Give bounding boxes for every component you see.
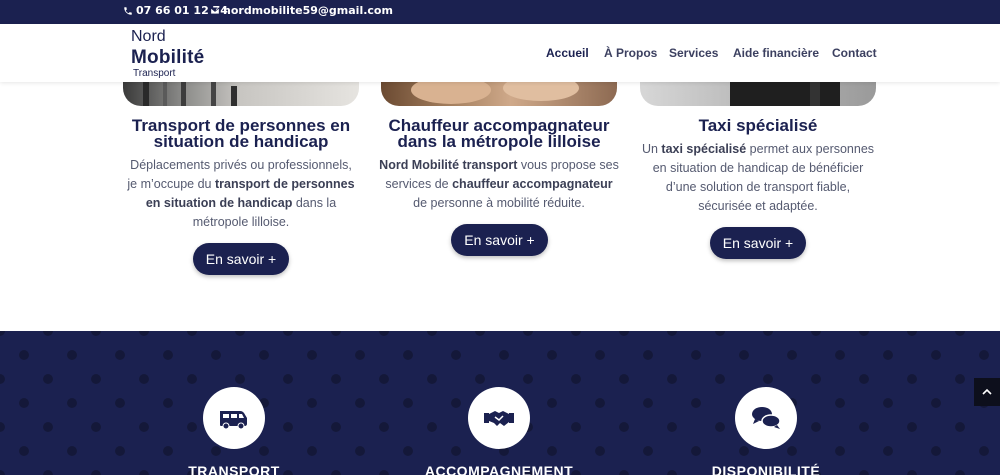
card-text-bold: chauffeur accompagnateur xyxy=(452,177,613,191)
nav-item-aide-financiere[interactable]: Aide financière xyxy=(733,46,819,60)
site-header: Nord Mobilité Transport Accueil À Propos… xyxy=(0,24,1000,82)
logo-line-3: Transport xyxy=(133,68,176,79)
card-text-span: permet aux personnes xyxy=(746,142,875,156)
feature-label-disponibilite: DISPONIBILITÉ xyxy=(711,463,821,475)
envelope-icon xyxy=(210,7,220,14)
card-title-transport: Transport de personnes en situation de h… xyxy=(123,117,359,151)
card-text-bold: transport de personnes xyxy=(214,177,355,191)
card-title-taxi: Taxi spécialisé xyxy=(640,116,876,135)
card-text-span: je m’occupe du xyxy=(127,177,215,191)
feature-icon-circle xyxy=(468,387,530,449)
card-title-line: dans la métropole lilloise xyxy=(397,132,601,151)
nav-item-a-propos[interactable]: À Propos xyxy=(604,46,657,60)
card-text-chauffeur: Nord Mobilité transport vous propose ses… xyxy=(371,156,627,213)
card-text-span: Un xyxy=(641,142,662,156)
card-text-bold: en situation de handicap xyxy=(145,196,293,210)
van-icon xyxy=(220,411,247,430)
chevron-up-icon xyxy=(982,388,992,395)
phone-icon xyxy=(124,6,132,15)
card-text-transport: Déplacements privés ou professionnels, j… xyxy=(113,156,369,232)
nav-item-contact[interactable]: Contact xyxy=(832,46,877,60)
card-text-line: métropole lilloise. xyxy=(192,215,290,229)
card-text-line: Déplacements privés ou professionnels, xyxy=(130,158,352,172)
nav-item-accueil[interactable]: Accueil xyxy=(546,46,589,60)
card-text-bold: taxi spécialisé xyxy=(661,142,747,156)
logo-line-2: Mobilité xyxy=(131,47,205,68)
top-contact-bar: 07 66 01 12 74 nordmobilite59@gmail.com xyxy=(0,0,1000,24)
card-text-line: d’une solution de transport fiable, xyxy=(665,180,851,194)
handshake-icon xyxy=(484,411,514,426)
scroll-to-top-button[interactable] xyxy=(974,378,1000,406)
nav-item-services[interactable]: Services xyxy=(669,46,718,60)
card-title-line: Taxi spécialisé xyxy=(698,116,818,135)
card-text-line: de personne à mobilité réduite. xyxy=(413,196,585,210)
en-savoir-button-chauffeur[interactable]: En savoir + xyxy=(451,224,548,256)
chat-bubbles-icon xyxy=(752,407,781,429)
feature-label-transport: TRANSPORT xyxy=(188,463,280,475)
card-text-line: sécurisée et adaptée. xyxy=(698,199,818,213)
email-contact[interactable]: nordmobilite59@gmail.com xyxy=(210,4,393,17)
email-address: nordmobilite59@gmail.com xyxy=(223,4,393,17)
logo-line-1: Nord xyxy=(131,28,166,45)
card-text-span: dans la xyxy=(292,196,337,210)
feature-icon-circle xyxy=(735,387,797,449)
feature-label-accompagnement: ACCOMPAGNEMENT xyxy=(424,463,574,475)
en-savoir-button-taxi[interactable]: En savoir + xyxy=(710,227,806,259)
site-logo[interactable]: Nord Mobilité Transport xyxy=(131,28,223,80)
features-section: TRANSPORT ACCOMPAGNEMENT DISPONIBILITÉ xyxy=(0,331,1000,475)
card-text-taxi: Un taxi spécialisé permet aux personnes … xyxy=(630,140,886,216)
feature-icon-circle xyxy=(203,387,265,449)
card-text-span: vous propose ses xyxy=(517,158,619,172)
card-text-line: en situation de handicap de bénéficier xyxy=(652,161,864,175)
card-text-span: services de xyxy=(385,177,453,191)
card-title-line: situation de handicap xyxy=(153,132,329,151)
card-title-chauffeur: Chauffeur accompagnateur dans la métropo… xyxy=(371,117,627,151)
card-text-bold: Nord Mobilité transport xyxy=(379,158,518,172)
en-savoir-button-transport[interactable]: En savoir + xyxy=(193,243,289,275)
